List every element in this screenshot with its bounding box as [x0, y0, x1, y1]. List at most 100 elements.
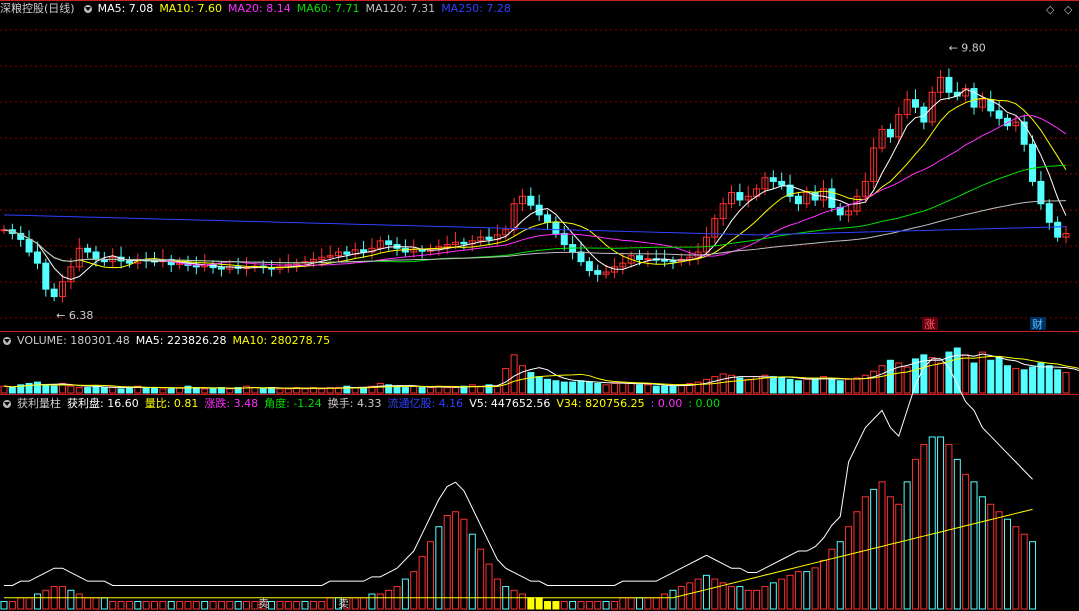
- panel-border: [0, 394, 1079, 395]
- volume-bar: [100, 387, 108, 394]
- indicator-bar: [493, 578, 501, 610]
- candle-body: [192, 264, 200, 268]
- volume-bar: [744, 378, 752, 394]
- indicator-bar: [201, 601, 209, 610]
- zoom-icon[interactable]: ◇: [1046, 3, 1054, 16]
- close-icon[interactable]: ◇: [1064, 3, 1072, 16]
- indicator-bar: [619, 597, 627, 610]
- tag-cai-label: 财: [1032, 317, 1043, 331]
- ma120-value: MA120: 7.31: [365, 2, 436, 15]
- volume-bar: [1012, 367, 1020, 394]
- indicator-name[interactable]: 获利量柱: [17, 397, 61, 411]
- volume-bar: [544, 378, 552, 394]
- volume-bar: [209, 388, 217, 394]
- indicator-bar: [100, 597, 108, 610]
- indicator-bar: [426, 541, 434, 610]
- indicator-bar: [702, 574, 710, 610]
- volume-bar: [970, 362, 978, 394]
- indicator-bar: [636, 597, 644, 610]
- indicator-bar: [318, 601, 326, 610]
- indicator-bar: [970, 481, 978, 610]
- indicator-bar: [75, 593, 83, 610]
- candle-body: [886, 128, 894, 138]
- indicator-bar: [744, 589, 752, 610]
- volume-bar: [92, 385, 100, 394]
- volume-bar: [159, 388, 167, 394]
- indicator-bar: [1012, 526, 1020, 610]
- volume-bar: [376, 382, 384, 394]
- candle-body: [560, 232, 568, 246]
- indicator-bar: [134, 601, 142, 610]
- volume-bar: [360, 387, 368, 394]
- indicator-bar: [610, 601, 618, 610]
- stock-title[interactable]: 深粮控股(日线): [0, 2, 75, 16]
- indicator-bar: [452, 511, 460, 610]
- volume-bar: [117, 388, 125, 394]
- volume-bar: [125, 387, 133, 394]
- angle-value: 角度: -1.24: [264, 397, 322, 410]
- volume-bar: [928, 357, 936, 394]
- indicator-bar: [736, 586, 744, 610]
- volume-bar: [259, 388, 267, 394]
- candle-body: [778, 180, 786, 186]
- indicator-bar: [1003, 518, 1011, 610]
- volume-bar: [794, 380, 802, 394]
- volume-bar: [410, 385, 418, 394]
- candle-body: [769, 177, 777, 182]
- volume-bar: [1029, 366, 1037, 394]
- volume-bar: [577, 380, 585, 394]
- dropdown-icon[interactable]: [83, 5, 92, 13]
- indicator-bar: [535, 597, 543, 610]
- ratio-value: 量比: 0.81: [144, 397, 199, 410]
- indicator-bar: [719, 582, 727, 610]
- candle-body: [25, 238, 33, 253]
- indicator-bar: [151, 601, 159, 610]
- indicator-bar: [435, 526, 443, 610]
- volume-value: VOLUME: 180301.48: [17, 334, 130, 347]
- dropdown-icon[interactable]: [3, 400, 11, 408]
- volume-bar: [711, 376, 719, 394]
- panel-border: [0, 331, 1079, 332]
- volume-bar: [493, 385, 501, 394]
- volume-bar: [452, 387, 460, 394]
- dropdown-icon[interactable]: [3, 337, 11, 345]
- volume-bar: [1054, 369, 1062, 394]
- indicator-bar: [686, 582, 694, 610]
- indicator-bar: [351, 597, 359, 610]
- indicator-bar: [518, 593, 526, 610]
- indicator-bar: [861, 496, 869, 610]
- volume-bar: [962, 354, 970, 394]
- volume-bar: [786, 378, 794, 394]
- volume-bar: [75, 387, 83, 394]
- indicator-bar: [778, 578, 786, 610]
- candle-body: [794, 195, 802, 205]
- indicator-bar: [761, 586, 769, 610]
- indicator-bar: [677, 586, 685, 610]
- indicator-bar: [25, 597, 33, 610]
- indicator-bar: [276, 601, 284, 610]
- volume-bar: [1045, 365, 1053, 394]
- indicator-bar: [184, 601, 192, 610]
- ma250-value: MA250: 7.28: [441, 2, 511, 15]
- indicator-bar: [477, 548, 485, 610]
- volume-bar: [870, 370, 878, 394]
- candle-body: [920, 106, 928, 123]
- indicator-bar: [368, 593, 376, 610]
- volume-bar: [443, 387, 451, 394]
- indicator-bar: [594, 601, 602, 610]
- volume-bar: [552, 380, 560, 394]
- volume-bar: [644, 384, 652, 394]
- volume-bar: [702, 378, 710, 394]
- indicator-bar: [803, 571, 811, 610]
- candle-body: [418, 249, 426, 252]
- indicator-bar: [510, 589, 518, 610]
- volume-bar: [401, 387, 409, 394]
- zero1-value: : 0.00: [650, 397, 683, 410]
- indicator-bar: [652, 597, 660, 610]
- volume-bar: [594, 382, 602, 394]
- candle-body: [995, 110, 1003, 119]
- candle-body: [460, 241, 468, 245]
- indicator-bar: [694, 578, 702, 610]
- volume-bar: [878, 365, 886, 394]
- volume-bar: [836, 380, 844, 394]
